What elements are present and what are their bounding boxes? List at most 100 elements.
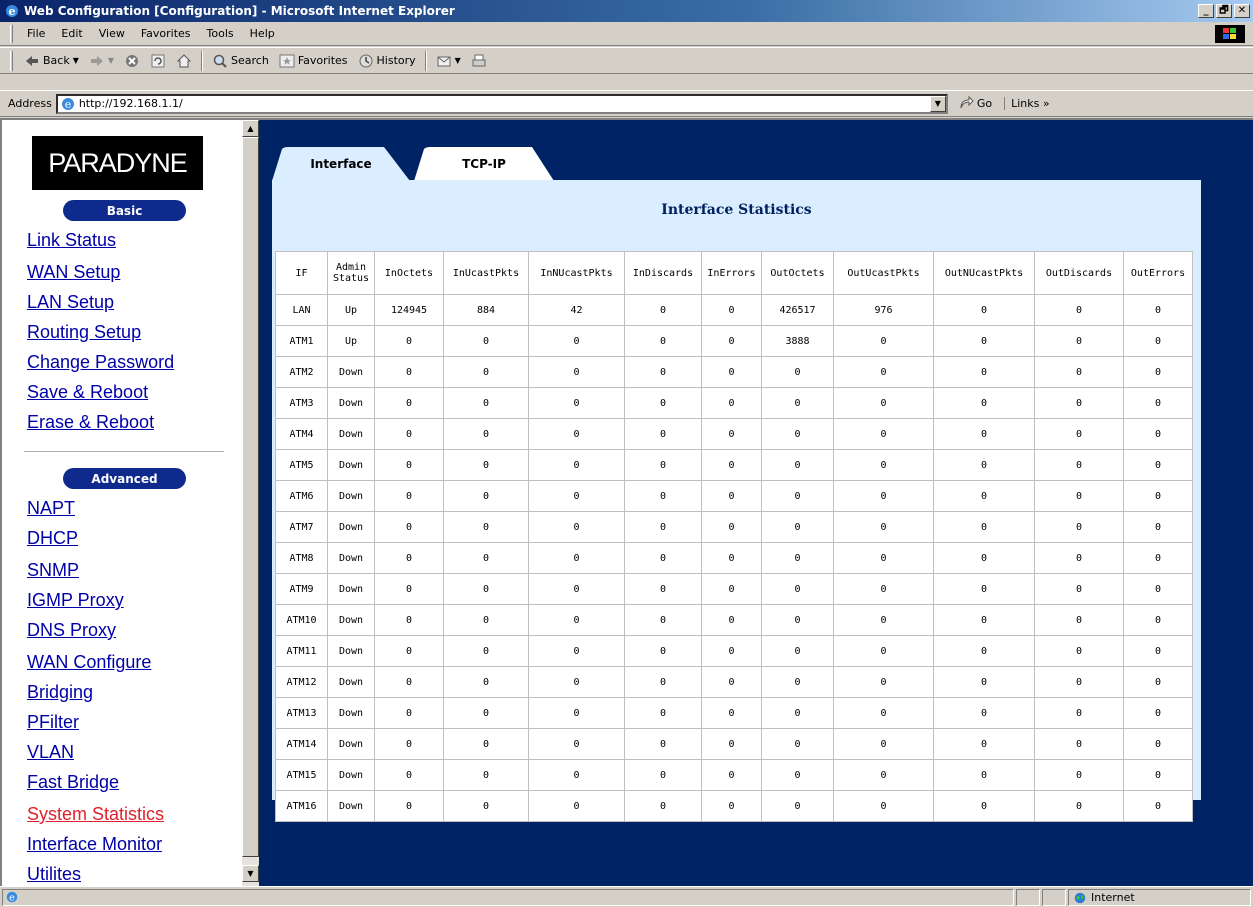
stop-button[interactable] — [119, 53, 145, 69]
menu-view[interactable]: View — [91, 27, 133, 40]
interface-name-cell: ATM12 — [276, 667, 327, 697]
menu-bar: File Edit View Favorites Tools Help — [0, 22, 1253, 46]
sidebar-item-wan-setup[interactable]: WAN Setup — [27, 262, 120, 283]
status-text-cell: e — [2, 889, 1014, 906]
stat-cell: 0 — [1124, 419, 1192, 449]
sidebar-item-save-reboot[interactable]: Save & Reboot — [27, 382, 148, 403]
sidebar-item-utilites[interactable]: Utilites — [27, 864, 81, 885]
go-button[interactable]: Go — [958, 95, 992, 112]
sidebar-item-fast-bridge[interactable]: Fast Bridge — [27, 772, 119, 793]
panel-title: Interface Statistics — [661, 202, 812, 218]
favorites-label: Favorites — [297, 54, 348, 67]
stat-cell: 0 — [625, 729, 701, 759]
stat-cell: 0 — [1035, 450, 1123, 480]
svg-text:e: e — [9, 5, 16, 18]
admin-status-cell: Up — [328, 326, 374, 356]
basic-section-header: Basic — [63, 200, 186, 221]
admin-status-cell: Up — [328, 295, 374, 325]
interface-name-cell: ATM13 — [276, 698, 327, 728]
mail-dropdown-icon[interactable]: ▼ — [455, 56, 461, 65]
sidebar-item-dhcp[interactable]: DHCP — [27, 528, 78, 549]
back-dropdown-icon[interactable]: ▼ — [73, 56, 79, 65]
stat-cell: 0 — [625, 605, 701, 635]
sidebar-item-link-status[interactable]: Link Status — [27, 230, 116, 251]
sidebar-item-dns-proxy[interactable]: DNS Proxy — [27, 620, 116, 641]
sidebar-item-napt[interactable]: NAPT — [27, 498, 75, 519]
menu-edit[interactable]: Edit — [53, 27, 90, 40]
home-button[interactable] — [171, 53, 197, 69]
stat-cell: 0 — [444, 450, 528, 480]
search-button[interactable]: Search — [207, 53, 274, 69]
minimize-button[interactable]: _ — [1198, 4, 1214, 18]
maximize-button[interactable]: 🗗 — [1216, 4, 1232, 18]
stat-cell: 0 — [934, 419, 1034, 449]
sidebar-scrollbar[interactable]: ▲ ▼ — [242, 120, 259, 886]
status-cell — [1042, 889, 1066, 906]
sidebar-item-lan-setup[interactable]: LAN Setup — [27, 292, 114, 313]
table-row: ATM8 Down 0 0 0 0 0 0 0 0 0 0 — [276, 543, 1192, 573]
interface-name-cell: ATM7 — [276, 512, 327, 542]
refresh-button[interactable] — [145, 53, 171, 69]
stat-cell: 0 — [762, 667, 833, 697]
sidebar-item-igmp-proxy[interactable]: IGMP Proxy — [27, 590, 124, 611]
links-button[interactable]: Links » — [1004, 97, 1050, 110]
sidebar-item-vlan[interactable]: VLAN — [27, 742, 74, 763]
main-frame: Interface TCP-IP Interface Statistics IF… — [259, 120, 1253, 886]
sidebar-item-pfilter[interactable]: PFilter — [27, 712, 79, 733]
stat-cell: 0 — [834, 450, 933, 480]
stat-cell: 0 — [834, 357, 933, 387]
forward-button[interactable]: ▼ — [84, 53, 119, 69]
scroll-up-icon[interactable]: ▲ — [242, 120, 259, 137]
column-header: InNUcastPkts — [529, 252, 624, 294]
menu-file[interactable]: File — [19, 27, 53, 40]
stat-cell: 0 — [762, 419, 833, 449]
sidebar-item-system-statistics[interactable]: System Statistics — [27, 804, 164, 825]
back-button[interactable]: Back ▼ — [19, 53, 84, 69]
favorites-button[interactable]: Favorites — [274, 53, 353, 69]
stat-cell: 0 — [375, 636, 443, 666]
menu-tools[interactable]: Tools — [199, 27, 242, 40]
address-input[interactable]: e http://192.168.1.1/ ▼ — [55, 93, 948, 114]
scroll-down-icon[interactable]: ▼ — [242, 865, 259, 882]
svg-text:e: e — [9, 893, 15, 904]
forward-arrow-icon — [90, 55, 103, 66]
print-button[interactable] — [466, 53, 492, 69]
sidebar-item-change-password[interactable]: Change Password — [27, 352, 174, 373]
stat-cell: 0 — [934, 605, 1034, 635]
sidebar-item-erase-reboot[interactable]: Erase & Reboot — [27, 412, 154, 433]
mail-button[interactable]: ▼ — [431, 53, 466, 69]
status-cell — [1016, 889, 1040, 906]
sidebar-item-routing-setup[interactable]: Routing Setup — [27, 322, 141, 343]
stat-cell: 0 — [702, 636, 761, 666]
menu-help[interactable]: Help — [242, 27, 283, 40]
sidebar-item-interface-monitor[interactable]: Interface Monitor — [27, 834, 162, 855]
sidebar-item-wan-configure[interactable]: WAN Configure — [27, 652, 151, 673]
close-button[interactable]: ✕ — [1234, 4, 1250, 18]
stat-cell: 0 — [702, 729, 761, 759]
sidebar-item-snmp[interactable]: SNMP — [27, 560, 79, 581]
interface-name-cell: ATM5 — [276, 450, 327, 480]
stat-cell: 0 — [934, 791, 1034, 821]
admin-status-cell: Down — [328, 667, 374, 697]
forward-dropdown-icon[interactable]: ▼ — [108, 56, 114, 65]
column-header: OutOctets — [762, 252, 833, 294]
address-dropdown-icon[interactable]: ▼ — [929, 95, 946, 112]
table-row: ATM10 Down 0 0 0 0 0 0 0 0 0 0 — [276, 605, 1192, 635]
tab-interface[interactable]: Interface — [272, 147, 410, 181]
stat-cell: 0 — [1124, 481, 1192, 511]
stat-cell: 0 — [529, 667, 624, 697]
stat-cell: 0 — [834, 791, 933, 821]
scrollbar-thumb[interactable] — [242, 137, 259, 857]
sidebar-item-bridging[interactable]: Bridging — [27, 682, 93, 703]
table-row: ATM6 Down 0 0 0 0 0 0 0 0 0 0 — [276, 481, 1192, 511]
stat-cell: 0 — [444, 729, 528, 759]
stat-cell: 0 — [625, 295, 701, 325]
tab-tcp-ip[interactable]: TCP-IP — [414, 147, 554, 181]
stat-cell: 0 — [375, 357, 443, 387]
stat-cell: 0 — [375, 512, 443, 542]
stat-cell: 0 — [375, 605, 443, 635]
history-button[interactable]: History — [353, 53, 421, 69]
stat-cell: 0 — [1035, 605, 1123, 635]
stat-cell: 0 — [1035, 388, 1123, 418]
menu-favorites[interactable]: Favorites — [133, 27, 199, 40]
